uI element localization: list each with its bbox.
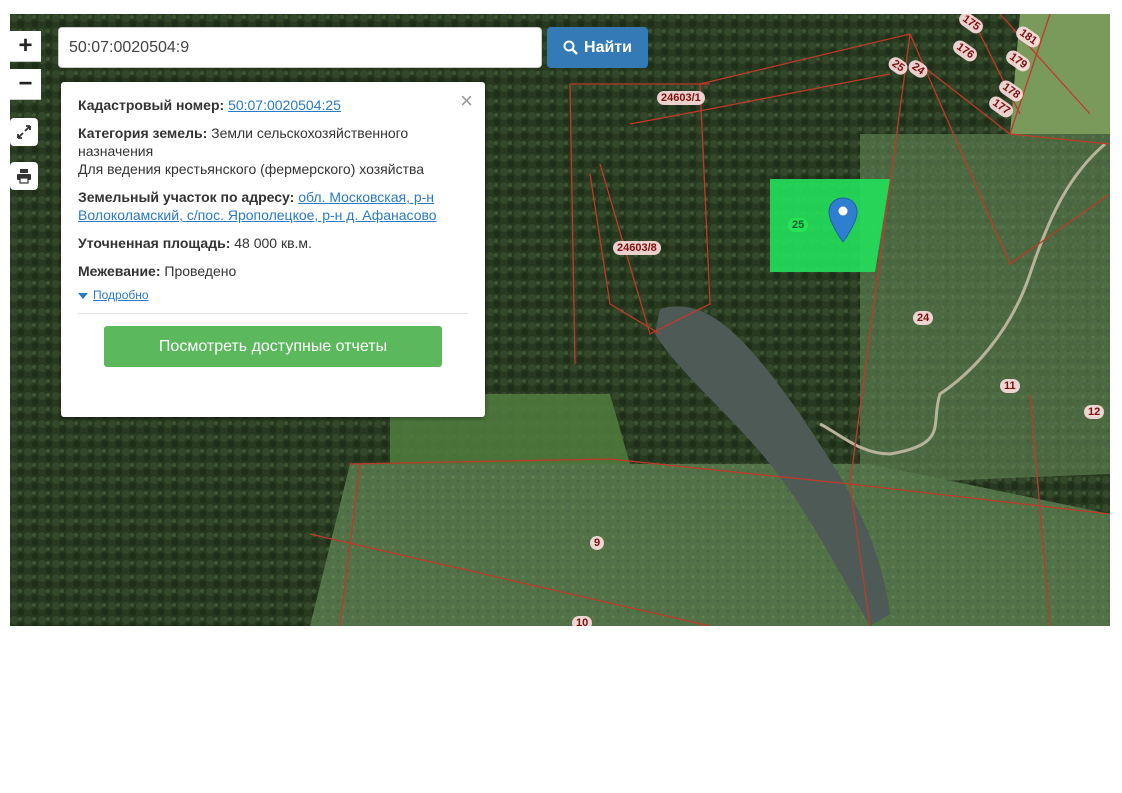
fullscreen-button[interactable] xyxy=(10,118,38,146)
area-value: 48 000 кв.м. xyxy=(234,235,312,251)
zoom-in-button[interactable]: + xyxy=(10,31,41,62)
parcel-label: 9 xyxy=(590,536,605,550)
parcel-label: 24603/8 xyxy=(613,241,661,255)
fullscreen-icon xyxy=(17,125,31,139)
view-reports-button[interactable]: Посмотреть доступные отчеты xyxy=(104,326,442,367)
cadastral-search-input[interactable] xyxy=(58,27,542,68)
parcel-info-popup: × Кадастровый номер: 50:07:0020504:25 Ка… xyxy=(61,82,485,417)
parcel-label: 24603/1 xyxy=(657,91,705,105)
map-marker-icon[interactable] xyxy=(828,197,858,243)
search-button-label: Найти xyxy=(584,38,632,56)
area-row: Уточненная площадь: 48 000 кв.м. xyxy=(78,234,468,252)
details-label: Подробно xyxy=(93,288,149,302)
survey-value: Проведено xyxy=(164,263,237,279)
zoom-out-button[interactable]: − xyxy=(10,69,41,100)
category-row: Категория земель: Земли сельскохозяйстве… xyxy=(78,124,468,178)
parcel-label: 10 xyxy=(572,616,593,626)
category-label: Категория земель: xyxy=(78,125,208,141)
search-icon xyxy=(563,40,578,55)
print-icon xyxy=(17,169,31,184)
address-label: Земельный участок по адресу: xyxy=(78,189,295,205)
parcel-label: 25 xyxy=(788,218,809,232)
close-icon[interactable]: × xyxy=(460,88,473,114)
divider xyxy=(78,313,468,314)
usage-value: Для ведения крестьянского (фермерского) … xyxy=(78,161,425,177)
cadastral-link[interactable]: 50:07:0020504:25 xyxy=(228,97,341,113)
print-button[interactable] xyxy=(10,162,38,190)
map-view[interactable]: 175 181 176 179 178 177 25 24 24603/1 24… xyxy=(10,14,1110,626)
details-toggle[interactable]: Подробно xyxy=(78,288,149,302)
area-label: Уточненная площадь: xyxy=(78,235,231,251)
cadastral-label: Кадастровый номер: xyxy=(78,97,225,113)
caret-down-icon xyxy=(78,292,88,299)
address-row: Земельный участок по адресу: обл. Москов… xyxy=(78,188,468,224)
parcel-label: 11 xyxy=(1000,379,1020,393)
cadastral-row: Кадастровый номер: 50:07:0020504:25 xyxy=(78,96,468,114)
survey-row: Межевание: Проведено xyxy=(78,262,468,280)
survey-label: Межевание: xyxy=(78,263,161,279)
parcel-label: 24 xyxy=(913,311,934,325)
search-button[interactable]: Найти xyxy=(547,27,648,68)
parcel-label: 12 xyxy=(1084,405,1105,419)
